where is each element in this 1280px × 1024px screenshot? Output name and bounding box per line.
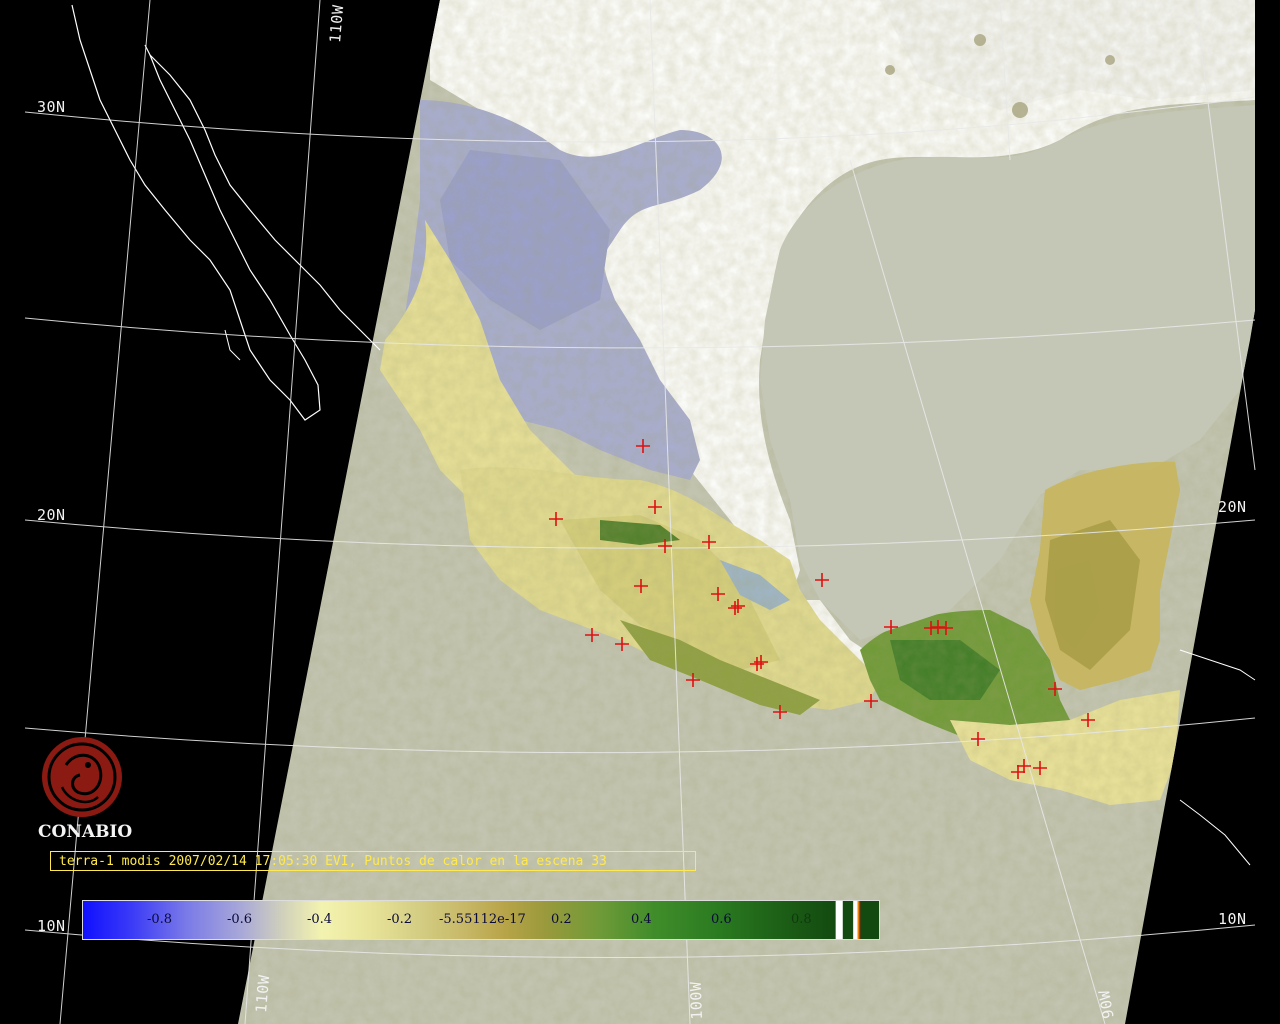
conabio-wordmark: CONABIO bbox=[38, 822, 133, 842]
evi-color-legend: -0.8 -0.6 -0.4 -0.2 -5.55112e-17 0.2 0.4… bbox=[82, 900, 880, 940]
legend-tick: -0.4 bbox=[307, 912, 333, 927]
lat-label-10n-left: 10N bbox=[37, 917, 66, 935]
legend-tick: -5.55112e-17 bbox=[439, 912, 526, 927]
lat-label-20n-right: 20N bbox=[1218, 498, 1247, 516]
legend-tick: 0.2 bbox=[551, 912, 572, 927]
legend-tick: 0.8 bbox=[791, 912, 812, 927]
legend-tick: 0.4 bbox=[631, 912, 652, 927]
conabio-logo bbox=[42, 737, 122, 817]
lat-label-30n-left: 30N bbox=[37, 98, 66, 116]
legend-tick: 0.6 bbox=[711, 912, 732, 927]
lat-label-20n-left: 20N bbox=[37, 506, 66, 524]
legend-tick: -0.2 bbox=[387, 912, 413, 927]
lon-label-100w-bottom: 100W bbox=[686, 981, 706, 1020]
lon-label-110w-bottom: 110W bbox=[252, 974, 274, 1014]
legend-tick: -0.8 bbox=[147, 912, 173, 927]
lat-label-10n-right: 10N bbox=[1218, 910, 1247, 928]
lon-label-110w-top: 110W bbox=[326, 4, 348, 44]
legend-tick: -0.6 bbox=[227, 912, 253, 927]
scene-caption: terra-1 modis 2007/02/14 17:05:30 EVI, P… bbox=[50, 851, 696, 871]
